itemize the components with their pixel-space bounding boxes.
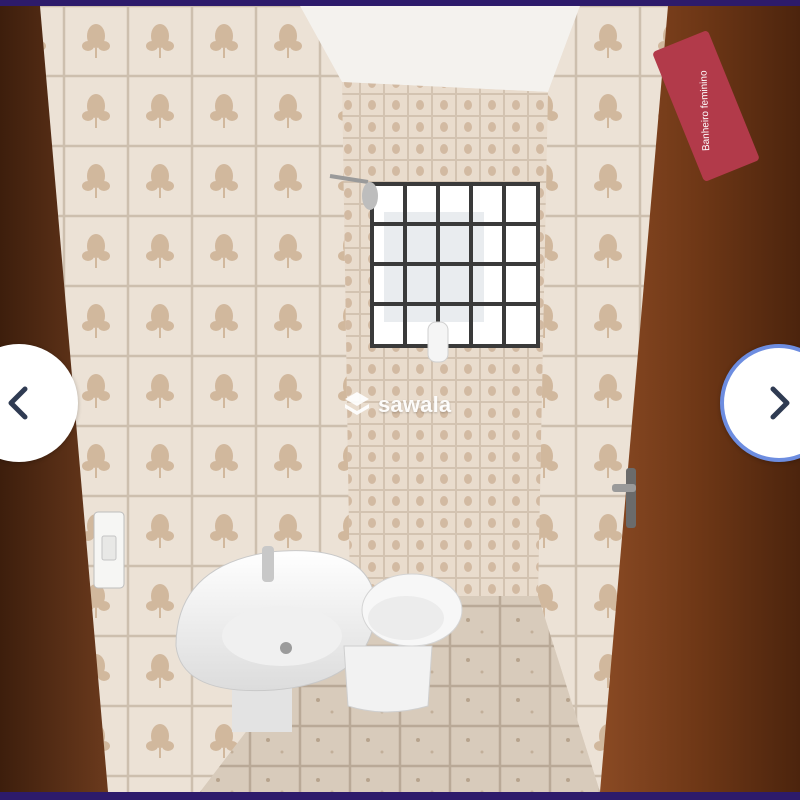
chevron-right-icon xyxy=(770,386,790,420)
sawala-logo-icon xyxy=(345,392,369,415)
image-viewer: Banheiro feminino sawala xyxy=(0,0,800,800)
watermark-text: sawala xyxy=(378,392,452,417)
sawala-watermark: sawala xyxy=(342,390,451,420)
chevron-left-icon xyxy=(8,386,28,420)
window xyxy=(370,182,540,363)
